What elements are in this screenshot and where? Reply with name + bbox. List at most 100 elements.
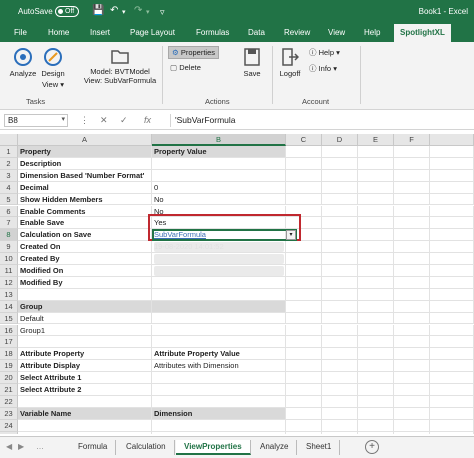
cell-empty[interactable] — [358, 431, 394, 434]
cell-empty[interactable] — [286, 324, 322, 337]
row-header[interactable]: 24 — [0, 419, 18, 432]
cell-empty[interactable] — [394, 384, 430, 396]
cell-a[interactable]: Calculation on Save — [18, 229, 152, 242]
cell-empty[interactable] — [394, 407, 430, 420]
sheet-tab-sheet1[interactable]: Sheet1 — [298, 440, 341, 455]
cell-empty[interactable] — [322, 419, 358, 432]
cell-empty[interactable] — [286, 193, 322, 206]
row-header[interactable]: 1 — [0, 146, 18, 158]
view-dropdown[interactable]: View ▾ — [38, 80, 68, 89]
cell-empty[interactable] — [394, 169, 430, 182]
cell-empty[interactable] — [358, 395, 394, 408]
cell-empty[interactable] — [394, 253, 430, 265]
add-sheet-button[interactable]: + — [365, 440, 379, 454]
chevron-down-icon[interactable]: ▾ — [61, 115, 65, 123]
cell-empty[interactable] — [430, 372, 474, 384]
cell-empty[interactable] — [430, 146, 474, 158]
row-header[interactable]: 25 — [0, 431, 18, 434]
row-header[interactable]: 5 — [0, 193, 18, 206]
sheet-tab-analyze[interactable]: Analyze — [252, 440, 298, 455]
cell-empty[interactable] — [322, 217, 358, 230]
cell-empty[interactable] — [430, 169, 474, 182]
scroll-right-icon[interactable]: ▶ — [18, 442, 24, 451]
cell-a[interactable]: Show Hidden Members — [18, 193, 152, 206]
cell-a[interactable] — [18, 419, 152, 432]
cell-empty[interactable] — [322, 407, 358, 420]
row-header[interactable]: 22 — [0, 395, 18, 408]
cell-empty[interactable] — [286, 372, 322, 384]
cell-empty[interactable] — [358, 384, 394, 396]
cancel-icon[interactable]: ✕ — [100, 115, 108, 126]
cell-empty[interactable] — [430, 312, 474, 325]
cell-a[interactable]: Description — [18, 157, 152, 170]
cell-empty[interactable] — [430, 205, 474, 218]
cell-empty[interactable] — [430, 384, 474, 396]
cell-a[interactable]: Decimal — [18, 181, 152, 194]
cell-empty[interactable] — [322, 241, 358, 254]
cell-empty[interactable] — [286, 312, 322, 325]
row-header[interactable]: 11 — [0, 265, 18, 277]
cell-empty[interactable] — [322, 169, 358, 182]
cell-b[interactable] — [152, 300, 286, 313]
cell-empty[interactable] — [358, 407, 394, 420]
cell-empty[interactable] — [322, 312, 358, 325]
enter-icon[interactable]: ✓ — [120, 115, 128, 126]
cell-a[interactable]: Property — [18, 146, 152, 158]
cell-empty[interactable] — [394, 205, 430, 218]
cell-empty[interactable] — [358, 336, 394, 349]
tab-formulas[interactable]: Formulas — [196, 28, 229, 37]
analyze-button[interactable]: Analyze — [8, 47, 38, 78]
row-header[interactable]: 4 — [0, 181, 18, 194]
cell-empty[interactable] — [430, 241, 474, 254]
row-header[interactable]: 16 — [0, 324, 18, 337]
column-header-d[interactable]: D — [322, 134, 358, 146]
cell-empty[interactable] — [322, 276, 358, 289]
cell-b[interactable] — [152, 431, 286, 434]
cell-empty[interactable] — [358, 288, 394, 301]
cell-empty[interactable] — [358, 265, 394, 277]
row-header[interactable]: 7 — [0, 217, 18, 230]
cell-empty[interactable] — [322, 288, 358, 301]
cell-empty[interactable] — [322, 229, 358, 242]
cell-empty[interactable] — [394, 348, 430, 361]
more-options-icon[interactable]: ⋮ — [80, 115, 89, 126]
cell-empty[interactable] — [394, 181, 430, 194]
row-header[interactable]: 9 — [0, 241, 18, 254]
row-header[interactable]: 12 — [0, 276, 18, 289]
cell-empty[interactable] — [286, 157, 322, 170]
cell-empty[interactable] — [430, 348, 474, 361]
cell-empty[interactable] — [322, 146, 358, 158]
cell-empty[interactable] — [358, 169, 394, 182]
cell-empty[interactable] — [358, 312, 394, 325]
scroll-left-icon[interactable]: ◀ — [6, 442, 12, 451]
tab-review[interactable]: Review — [284, 28, 310, 37]
cell-empty[interactable] — [286, 395, 322, 408]
cell-empty[interactable] — [358, 348, 394, 361]
row-header[interactable]: 2 — [0, 157, 18, 170]
model-view-button[interactable]: Model: BVTModel View: SubVarFormula — [80, 47, 160, 85]
sheet-tab-calculation[interactable]: Calculation — [118, 440, 175, 455]
cell-a[interactable]: Modified By — [18, 276, 152, 289]
cell-a[interactable] — [18, 288, 152, 301]
cell-empty[interactable] — [322, 336, 358, 349]
cell-empty[interactable] — [430, 336, 474, 349]
save-button[interactable]: Save — [238, 47, 266, 78]
row-header[interactable]: 19 — [0, 360, 18, 373]
cell-empty[interactable] — [430, 265, 474, 277]
tab-home[interactable]: Home — [48, 28, 69, 37]
column-header-f[interactable]: F — [394, 134, 430, 146]
cell-a[interactable]: Created By — [18, 253, 152, 265]
cell-empty[interactable] — [394, 217, 430, 230]
cell-b[interactable] — [152, 336, 286, 349]
cell-empty[interactable] — [286, 360, 322, 373]
cell-empty[interactable] — [358, 205, 394, 218]
cell-empty[interactable] — [322, 205, 358, 218]
cell-empty[interactable] — [322, 157, 358, 170]
cell-b[interactable] — [152, 395, 286, 408]
cell-empty[interactable] — [286, 300, 322, 313]
cell-empty[interactable] — [430, 395, 474, 408]
cell-empty[interactable] — [430, 253, 474, 265]
cell-b[interactable] — [152, 384, 286, 396]
cell-empty[interactable] — [286, 265, 322, 277]
info-dropdown[interactable]: ⓘ Info ▾ — [309, 63, 337, 74]
